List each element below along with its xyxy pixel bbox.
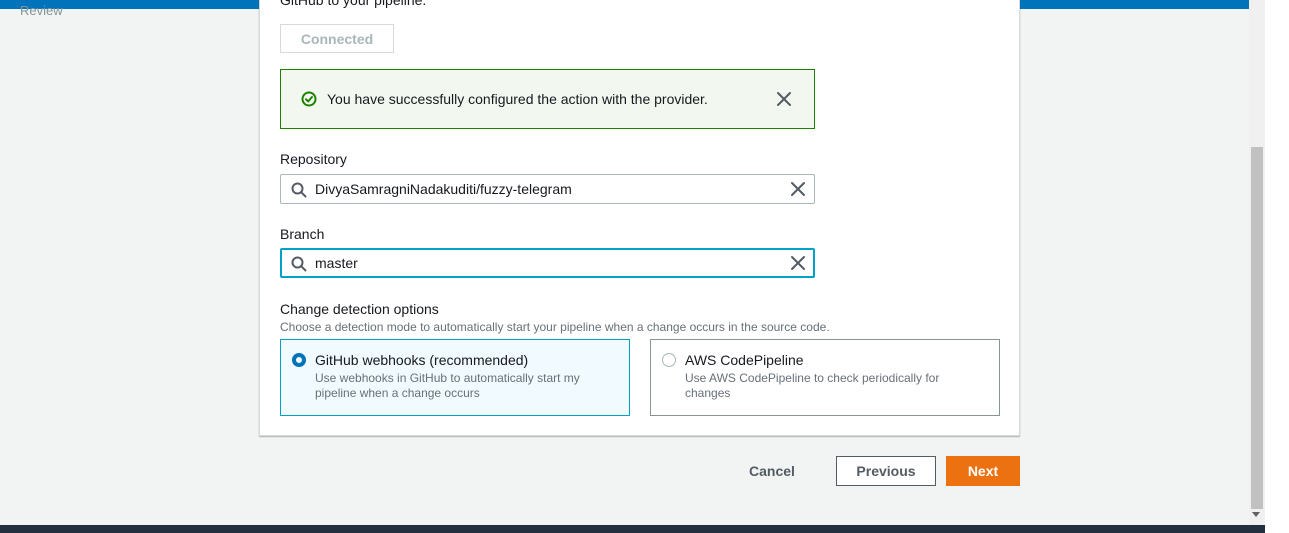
option-title: AWS CodePipeline (685, 352, 804, 368)
success-alert: You have successfully configured the act… (280, 69, 815, 129)
previous-button[interactable]: Previous (836, 456, 936, 486)
next-button[interactable]: Next (946, 456, 1020, 486)
branch-label: Branch (280, 226, 325, 242)
scrollbar-thumb[interactable] (1251, 147, 1263, 509)
repository-label: Repository (280, 151, 347, 167)
clear-icon[interactable] (790, 181, 806, 197)
option-github-webhooks[interactable]: GitHub webhooks (recommended) Use webhoo… (280, 339, 630, 416)
bottom-bar (0, 525, 1265, 533)
cancel-button[interactable]: Cancel (734, 456, 810, 486)
connect-description: GitHub to your pipeline. (280, 0, 427, 8)
change-detection-description: Choose a detection mode to automatically… (280, 320, 830, 334)
option-description: Use AWS CodePipeline to check periodical… (685, 371, 940, 400)
search-icon (291, 256, 307, 272)
close-icon[interactable] (776, 91, 792, 107)
scroll-down-arrow-icon[interactable] (1252, 512, 1260, 517)
option-description: Use webhooks in GitHub to automatically … (315, 371, 580, 400)
search-icon (291, 182, 307, 198)
branch-input[interactable] (315, 254, 775, 272)
change-detection-title: Change detection options (280, 301, 439, 317)
connected-button[interactable]: Connected (280, 24, 394, 53)
window-edge (1265, 0, 1289, 533)
branch-search-box[interactable] (280, 248, 815, 278)
repository-input[interactable] (315, 180, 775, 198)
source-settings-panel: GitHub to your pipeline. Connected You h… (259, 0, 1020, 436)
alert-message: You have successfully configured the act… (327, 91, 708, 107)
option-aws-codepipeline[interactable]: AWS CodePipeline Use AWS CodePipeline to… (650, 339, 1000, 416)
check-circle-icon (301, 91, 317, 107)
nav-item-review[interactable]: Review (20, 3, 63, 18)
radio-github-webhooks[interactable] (292, 353, 306, 367)
clear-icon[interactable] (790, 255, 806, 271)
option-title: GitHub webhooks (recommended) (315, 352, 529, 368)
repository-search-box[interactable] (280, 174, 815, 204)
radio-aws-codepipeline[interactable] (662, 353, 676, 367)
